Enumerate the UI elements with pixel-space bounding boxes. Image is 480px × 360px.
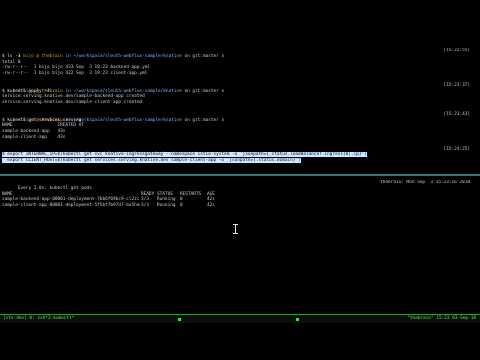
status-host-time: "thebrain" 15:23 03-Sep-18 <box>407 316 476 321</box>
bottom-terminal-pane[interactable]: Every 2.0s: kubectl get pods thebrain: Mo… <box>2 180 476 312</box>
text-cursor-icon <box>233 224 238 234</box>
pod-ready: 3/3 <box>141 203 149 209</box>
status-window-list[interactable]: [sts-dev] 0: zsh*2:kubectl* <box>3 315 74 323</box>
output-line: -rw-r--r-- 1 bijo bijo 422 Sep 3 19:23 c… <box>2 71 148 77</box>
watch-header: Every 2.0s: kubectl get pods thebrain: Mo… <box>2 180 476 191</box>
watch-command: Every 2.0s: kubectl get pods <box>17 185 92 191</box>
terminal-window[interactable]: ➜ bijo @ thebrain in ~/workspace/sleuth-… <box>0 0 480 360</box>
text-selection[interactable]: export CLIENT_HOST=$(kubectl get service… <box>2 158 301 164</box>
pod-name: sample-client-app-00001-deployment-5f5bf… <box>2 203 140 209</box>
status-marker-icon <box>296 318 299 321</box>
pod-restarts: 0 <box>180 203 183 209</box>
watch-timestamp: thebrain: Mon Sep 3 15:23:16 2018 <box>380 180 470 185</box>
output-line: service.serving.knative.dev/sample-clien… <box>2 100 143 106</box>
pane-divider[interactable] <box>0 174 480 176</box>
selected-command-line[interactable]: export CLIENT_HOST=$(kubectl get service… <box>2 158 476 164</box>
text-selection[interactable]: $ export INTERNAL_IP=$(kubectl get svc k… <box>2 152 367 158</box>
pod-status: Running <box>157 203 176 209</box>
pod-age: 42s <box>207 203 215 209</box>
output-line: sample-client-app 43s <box>2 134 66 140</box>
top-terminal-pane[interactable]: ➜ bijo @ thebrain in ~/workspace/sleuth-… <box>2 48 476 174</box>
table-row: sample-client-app-00001-deployment-5f5bf… <box>2 203 476 209</box>
status-marker-icon <box>178 318 181 321</box>
tmux-status-bar: [sts-dev] 0: zsh*2:kubectl* "thebrain" 1… <box>0 314 480 323</box>
